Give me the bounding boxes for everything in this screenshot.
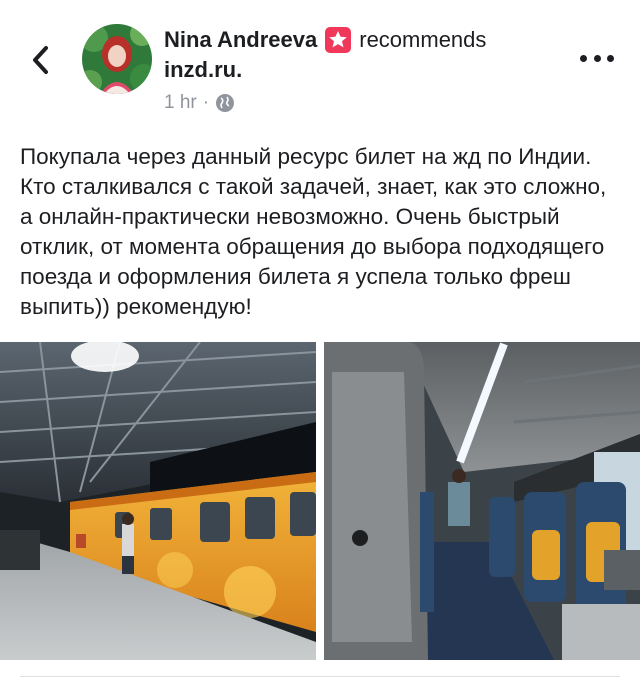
more-options-button[interactable] xyxy=(580,48,614,68)
back-button[interactable] xyxy=(22,38,58,82)
divider xyxy=(20,676,620,677)
more-horizontal-icon xyxy=(580,54,587,62)
post-header: Nina Andreeva recommends inzd.ru. 1 hr · xyxy=(164,26,564,114)
action-verb: recommends xyxy=(359,27,487,52)
chevron-left-icon xyxy=(33,46,48,74)
page-name[interactable]: inzd.ru. xyxy=(164,56,564,84)
recommend-star-icon xyxy=(325,27,352,53)
post-time[interactable]: 1 hr xyxy=(164,92,197,114)
post-body-text: Покупала через данный ресурс билет на жд… xyxy=(20,144,607,319)
globe-icon xyxy=(216,94,235,112)
photo-train-interior[interactable] xyxy=(324,342,640,660)
photo-train-platform[interactable] xyxy=(0,342,316,660)
author-name[interactable]: Nina Andreeva xyxy=(164,26,317,54)
separator: · xyxy=(202,92,210,113)
avatar[interactable] xyxy=(82,24,152,94)
